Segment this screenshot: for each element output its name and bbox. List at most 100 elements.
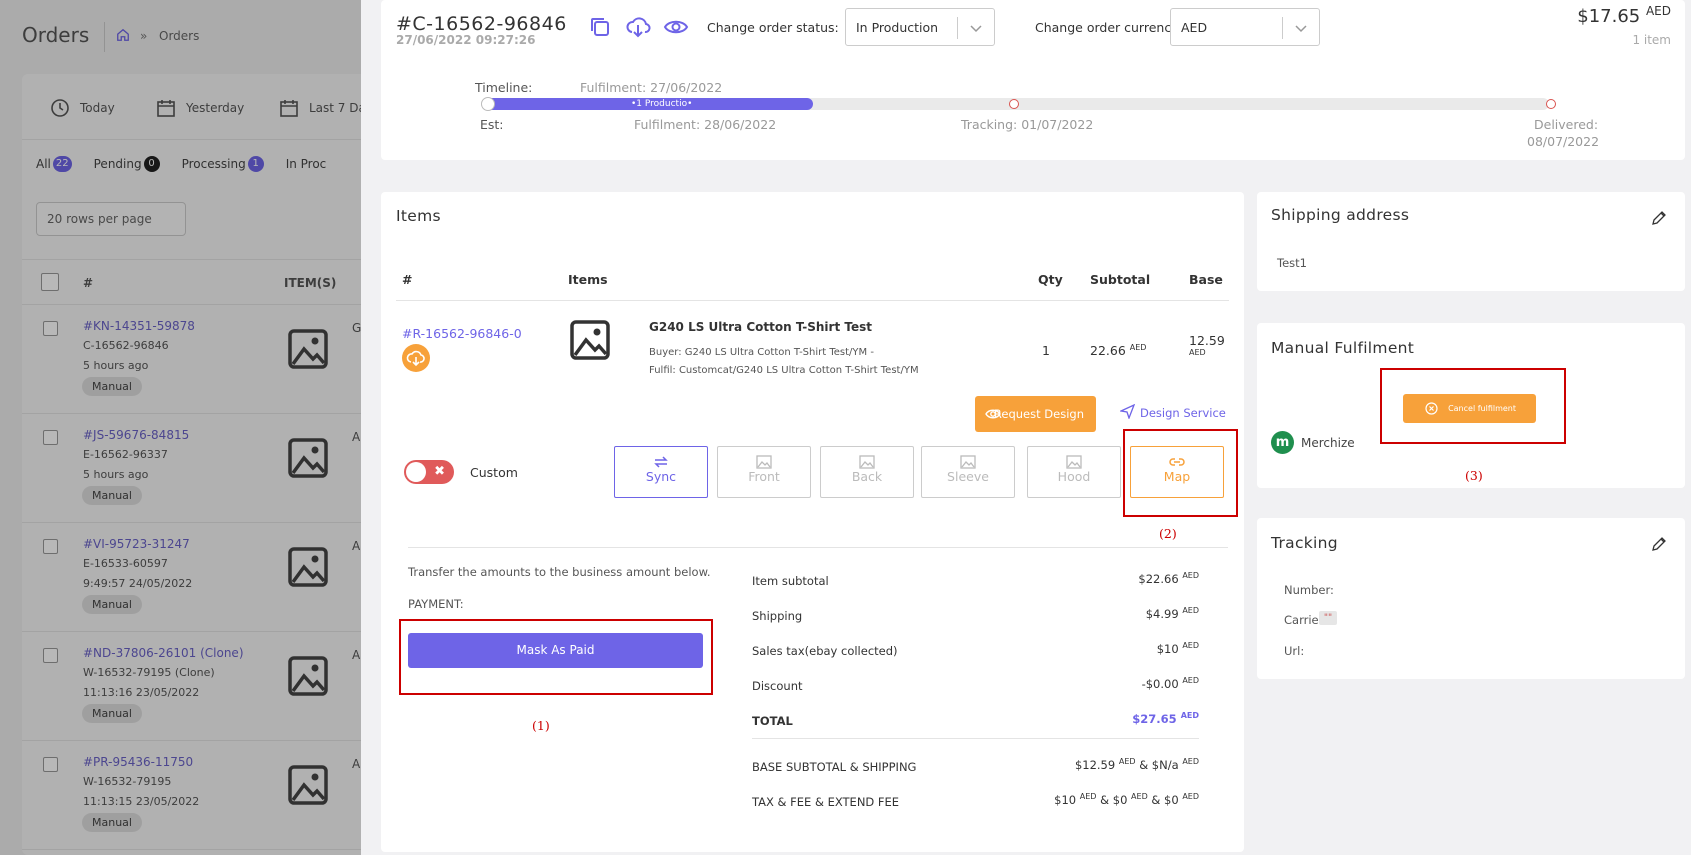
view-hood-button[interactable]: Hood <box>1027 446 1121 498</box>
summary-value: -$0.00 AED <box>1141 676 1199 691</box>
item-qty: 1 <box>1042 343 1050 358</box>
annotation-box-3 <box>1380 368 1566 444</box>
edit-icon[interactable] <box>1651 210 1667 226</box>
fees-value: $10 AED & $0 AED & $0 AED <box>1054 792 1199 807</box>
timeline-progress-bar: •1 Productio• <box>481 97 1556 111</box>
custom-toggle-label: Custom <box>470 465 518 480</box>
order-header-card: #C-16562-96846 27/06/2022 09:27:26 Chang… <box>381 0 1685 160</box>
provider-name: Merchize <box>1301 436 1355 450</box>
timeline-est-label: Est: <box>480 117 504 132</box>
design-service-link[interactable]: Design Service <box>1120 404 1226 420</box>
annotation-label-1: (1) <box>532 718 550 733</box>
merchize-logo: m <box>1271 431 1294 454</box>
payment-label: PAYMENT: <box>408 597 464 611</box>
summary-label: Discount <box>752 679 803 693</box>
shipping-title: Shipping address <box>1271 206 1410 224</box>
shipping-address-card: Shipping address Test1 <box>1257 192 1685 291</box>
summary-label: Item subtotal <box>752 574 829 588</box>
item-base: 12.59 <box>1189 333 1225 348</box>
manual-fulfilment-title: Manual Fulfilment <box>1271 339 1415 357</box>
timeline-actual-fulfilment: Fulfilment: 27/06/2022 <box>580 80 723 95</box>
chevron-down-icon <box>970 25 982 33</box>
manual-fulfilment-card: Manual Fulfilment Cancel fulfilment (3) … <box>1257 323 1685 488</box>
item-subtotal: 22.66 AED <box>1090 343 1147 359</box>
image-placeholder-icon <box>570 320 610 360</box>
status-label: Change order status: <box>707 20 839 35</box>
header-divider <box>396 300 1229 301</box>
tracking-title: Tracking <box>1271 534 1338 552</box>
modal-backdrop[interactable] <box>0 0 361 855</box>
shipping-name: Test1 <box>1277 256 1307 270</box>
send-icon <box>1120 404 1135 419</box>
order-currency-select[interactable]: AED <box>1170 8 1320 46</box>
items-card: Items # Items Qty Subtotal Base #R-16562… <box>381 192 1244 852</box>
timeline-progress-fill: •1 Productio• <box>483 98 814 110</box>
cloud-download-icon <box>406 350 425 367</box>
annotation-box-2 <box>1123 429 1238 517</box>
close-icon: ✖ <box>434 464 445 479</box>
base-subtotal-label: BASE SUBTOTAL & SHIPPING <box>752 760 917 774</box>
summary-divider <box>752 738 1199 739</box>
column-header-base: Base <box>1189 272 1223 287</box>
column-header-subtotal: Subtotal <box>1090 272 1151 287</box>
timeline-tracking-marker <box>1009 99 1019 109</box>
eye-icon <box>985 409 1001 419</box>
section-divider <box>408 547 1228 548</box>
image-icon <box>1066 455 1082 469</box>
annotation-label-2: (2) <box>1159 526 1177 541</box>
annotation-box-1 <box>399 619 713 695</box>
timeline-label: Timeline: <box>475 80 533 95</box>
tracking-url-label: Url: <box>1284 644 1305 658</box>
annotation-label-3: (3) <box>1465 468 1483 483</box>
cloud-download-icon[interactable] <box>625 14 651 40</box>
summary-value: $4.99 AED <box>1145 606 1199 621</box>
image-icon <box>756 455 772 469</box>
sync-button[interactable]: Sync <box>614 446 708 498</box>
timeline-est-fulfilment: Fulfilment: 28/06/2022 <box>634 117 777 132</box>
timeline-start-marker <box>481 97 495 111</box>
image-icon <box>960 455 976 469</box>
summary-label: Sales tax(ebay collected) <box>752 644 898 658</box>
timeline-est-tracking: Tracking: 01/07/2022 <box>961 117 1094 132</box>
view-front-button[interactable]: Front <box>717 446 811 498</box>
edit-icon[interactable] <box>1651 536 1667 552</box>
chevron-down-icon <box>1295 25 1307 33</box>
order-total: $17.65 AED <box>1577 4 1671 27</box>
tracking-card: Tracking Number: Carrier: "" Url: <box>1257 518 1685 679</box>
summary-label: Shipping <box>752 609 803 623</box>
item-download-button[interactable] <box>402 344 430 372</box>
view-back-button[interactable]: Back <box>820 446 914 498</box>
item-buyer: Buyer: G240 LS Ultra Cotton T-Shirt Test… <box>649 347 874 358</box>
timeline-delivered-marker <box>1546 99 1556 109</box>
order-id: #C-16562-96846 <box>396 13 567 35</box>
item-name: G240 LS Ultra Cotton T-Shirt Test <box>649 320 872 334</box>
order-detail-drawer: #C-16562-96846 27/06/2022 09:27:26 Chang… <box>361 0 1691 855</box>
summary-label: TOTAL <box>752 714 793 728</box>
request-design-button[interactable]: Request Design <box>975 396 1096 432</box>
timeline-est-delivered-label: Delivered: <box>1534 117 1599 132</box>
timeline-stage-text: •1 Productio• <box>631 99 693 109</box>
timeline-est-delivered-date: 08/07/2022 <box>1527 134 1600 149</box>
image-icon <box>859 455 875 469</box>
column-header-qty: Qty <box>1038 272 1063 287</box>
custom-toggle[interactable]: ✖ <box>404 460 454 484</box>
items-title: Items <box>396 207 441 225</box>
summary-value: $22.66 AED <box>1138 571 1199 586</box>
item-id-link[interactable]: #R-16562-96846-0 <box>402 326 522 341</box>
summary-value: $27.65 AED <box>1132 711 1199 726</box>
sync-icon <box>654 456 668 468</box>
order-item-count: 1 item <box>1632 33 1671 47</box>
carrier-tag: "" <box>1319 611 1337 625</box>
column-header-number: # <box>402 272 413 287</box>
item-fulfil: Fulfil: Customcat/G240 LS Ultra Cotton T… <box>649 365 919 376</box>
view-sleeve-button[interactable]: Sleeve <box>921 446 1015 498</box>
eye-icon[interactable] <box>663 14 689 40</box>
copy-icon[interactable] <box>587 14 613 40</box>
order-status-select[interactable]: In Production <box>845 8 995 46</box>
base-subtotal-value: $12.59 AED & $N/a AED <box>1074 757 1199 772</box>
item-base-currency: AED <box>1189 348 1206 357</box>
tracking-number-label: Number: <box>1284 583 1334 597</box>
currency-label: Change order currency: <box>1035 20 1182 35</box>
column-header-items: Items <box>568 272 608 287</box>
summary-value: $10 AED <box>1156 641 1199 656</box>
